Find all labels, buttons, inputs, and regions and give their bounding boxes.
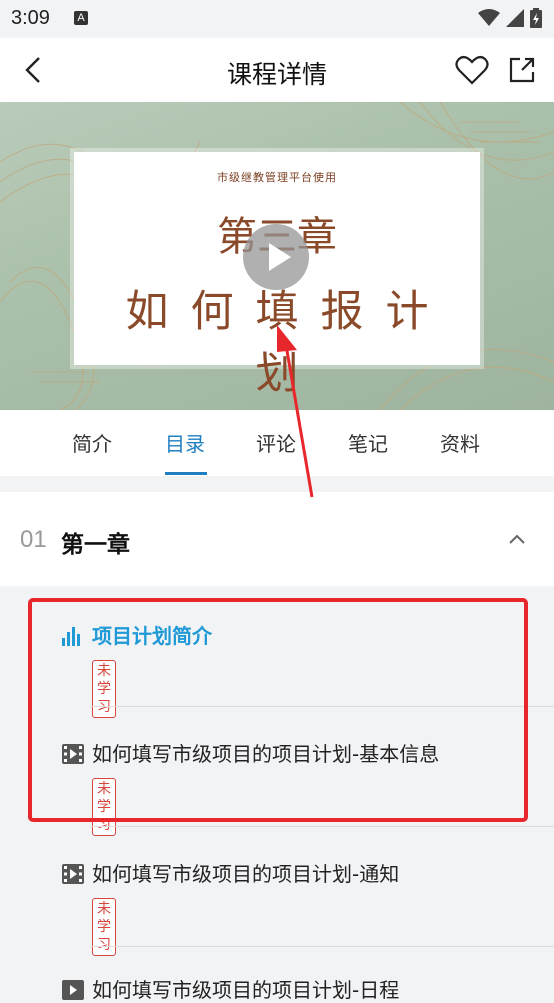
divider	[90, 946, 554, 947]
highlight-box	[28, 598, 528, 822]
divider	[90, 826, 554, 827]
chapter-title: 第一章	[61, 532, 130, 558]
chapter-header[interactable]: 01 第一章	[0, 492, 554, 586]
signal-icon	[506, 9, 524, 27]
lesson-title: 如何填写市级项目的项目计划-通知	[92, 862, 400, 886]
slide-subtitle: 市级继教管理平台使用	[217, 171, 337, 184]
tab-comments[interactable]: 评论	[256, 428, 296, 457]
lesson-title: 如何填写市级项目的项目计划-日程	[92, 978, 400, 1002]
battery-icon	[530, 8, 542, 28]
status-icons	[478, 8, 542, 28]
tab-materials[interactable]: 资料	[440, 428, 480, 457]
wifi-icon	[478, 9, 500, 26]
chapter-number: 01	[20, 526, 47, 553]
chevron-up-icon[interactable]	[508, 533, 526, 545]
status-bar: 3:09 A	[0, 0, 554, 38]
play-button[interactable]	[243, 224, 309, 290]
tab-catalog[interactable]: 目录	[165, 428, 205, 457]
status-time: 3:09	[11, 7, 50, 29]
status-badge: 未学习	[92, 898, 116, 956]
tab-bar: 简介 目录 评论 笔记 资料	[0, 410, 554, 476]
notification-a-icon: A	[74, 11, 88, 25]
active-tab-indicator	[165, 472, 207, 475]
video-file-icon	[62, 980, 84, 1000]
tab-intro[interactable]: 简介	[72, 428, 112, 457]
nav-bar: 课程详情	[0, 38, 554, 102]
favorite-heart-icon[interactable]	[455, 55, 489, 85]
share-icon[interactable]	[508, 56, 536, 84]
video-file-icon	[62, 864, 84, 884]
slide-title: 如何填报计划	[125, 287, 451, 399]
tab-notes[interactable]: 笔记	[348, 428, 388, 457]
